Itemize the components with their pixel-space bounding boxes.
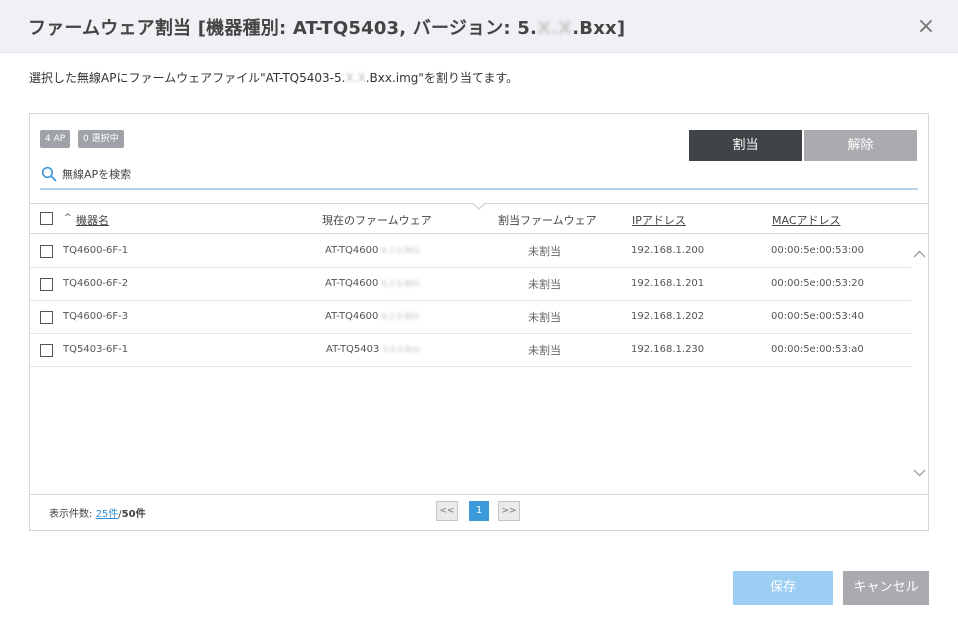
- sort-ascending-icon[interactable]: ^: [64, 213, 72, 223]
- mac-address: 00:00:5e:00:53:00: [771, 245, 864, 256]
- current-page-button[interactable]: 1: [469, 501, 489, 521]
- column-assigned-firmware: 割当ファームウェア: [498, 214, 597, 227]
- page-size-label: 表示件数:: [49, 509, 93, 520]
- device-name: TQ5403-6F-1: [63, 344, 129, 355]
- ip-address: 192.168.1.201: [631, 278, 705, 289]
- dialog-header: ファームウェア割当 [機器種別: AT-TQ5403, バージョン: 5.X.X…: [0, 0, 958, 53]
- assigned-firmware: 未割当: [528, 245, 561, 258]
- row-checkbox[interactable]: [40, 344, 53, 357]
- table-body: TQ4600-6F-1 AT-TQ4600 6.2.0.B01 未割当 192.…: [30, 235, 911, 495]
- assign-button[interactable]: 割当: [689, 130, 802, 161]
- current-firmware: AT-TQ5403 5.0.0.Bxx: [326, 344, 420, 355]
- selected-count-badge: 0 選択中: [78, 130, 124, 148]
- assigned-firmware: 未割当: [528, 278, 561, 291]
- dialog-title-suffix: .Bxx]: [572, 18, 626, 39]
- device-name: TQ4600-6F-1: [63, 245, 129, 256]
- description-version-masked: X.X: [345, 71, 366, 85]
- close-icon[interactable]: ×: [916, 16, 936, 38]
- column-ip-address[interactable]: IPアドレス: [632, 212, 686, 228]
- assigned-firmware: 未割当: [528, 344, 561, 357]
- page-size-info: 表示件数: 25件/50件: [49, 505, 146, 520]
- firmware-model: AT-TQ4600: [325, 278, 379, 289]
- table-row[interactable]: TQ4600-6F-2 AT-TQ4600 6.2.0.B01 未割当 192.…: [30, 268, 911, 301]
- firmware-model: AT-TQ4600: [325, 311, 379, 322]
- prev-page-button[interactable]: <<: [436, 501, 458, 521]
- firmware-version-masked: 6.2.0.B01: [381, 312, 421, 321]
- table-header: ^ 機器名 現在のファームウェア 割当ファームウェア IPアドレス MACアドレ…: [30, 202, 928, 234]
- firmware-model: AT-TQ5403: [326, 344, 380, 355]
- row-checkbox[interactable]: [40, 278, 53, 291]
- scroll-down-icon[interactable]: [911, 465, 928, 481]
- firmware-model: AT-TQ4600: [325, 245, 379, 256]
- assigned-firmware: 未割当: [528, 311, 561, 324]
- current-firmware: AT-TQ4600 6.2.0.B01: [325, 311, 420, 322]
- device-name: TQ4600-6F-2: [63, 278, 129, 289]
- column-mac-address[interactable]: MACアドレス: [772, 212, 841, 228]
- mac-address: 00:00:5e:00:53:20: [771, 278, 864, 289]
- column-device-name[interactable]: 機器名: [76, 212, 109, 228]
- search-underline: [40, 188, 918, 190]
- column-current-firmware: 現在のファームウェア: [322, 214, 432, 227]
- search-input[interactable]: [62, 163, 916, 185]
- ip-address: 192.168.1.200: [631, 245, 705, 256]
- table-row[interactable]: TQ5403-6F-1 AT-TQ5403 5.0.0.Bxx 未割当 192.…: [30, 334, 911, 367]
- page-size-link[interactable]: 25件: [96, 509, 119, 520]
- ap-table-panel: 4 AP 0 選択中 割当 解除 ^ 機器名 現在のファームウェア 割当ファーム…: [29, 113, 929, 531]
- firmware-version-masked: 6.2.0.B01: [381, 246, 421, 255]
- search-icon: [41, 166, 57, 182]
- current-firmware: AT-TQ4600 6.2.0.B01: [325, 278, 420, 289]
- cancel-button[interactable]: キャンセル: [843, 571, 929, 605]
- table-row[interactable]: TQ4600-6F-1 AT-TQ4600 6.2.0.B01 未割当 192.…: [30, 235, 911, 268]
- save-button[interactable]: 保存: [733, 571, 833, 605]
- total-count: 50件: [121, 509, 146, 520]
- ip-address: 192.168.1.230: [631, 344, 705, 355]
- next-page-button[interactable]: >>: [498, 501, 520, 521]
- row-checkbox[interactable]: [40, 245, 53, 258]
- scroll-up-icon[interactable]: [911, 246, 928, 262]
- ip-address: 192.168.1.202: [631, 311, 705, 322]
- description-suffix: .Bxx.img"を割り当てます。: [365, 71, 519, 85]
- table-row[interactable]: TQ4600-6F-3 AT-TQ4600 6.2.0.B01 未割当 192.…: [30, 301, 911, 334]
- description-prefix: 選択した無線APにファームウェアファイル"AT-TQ5403-5.: [29, 71, 346, 85]
- firmware-version-masked: 6.2.0.B01: [381, 279, 421, 288]
- release-button[interactable]: 解除: [804, 130, 917, 161]
- header-notch: [471, 202, 487, 210]
- device-name: TQ4600-6F-3: [63, 311, 129, 322]
- ap-count-badge: 4 AP: [40, 130, 71, 148]
- mac-address: 00:00:5e:00:53:40: [771, 311, 864, 322]
- mac-address: 00:00:5e:00:53:a0: [771, 344, 864, 355]
- description-text: 選択した無線APにファームウェアファイル"AT-TQ5403-5.X.X.Bxx…: [29, 69, 518, 86]
- dialog-title-version-masked: X.X: [537, 18, 573, 39]
- current-firmware: AT-TQ4600 6.2.0.B01: [325, 245, 420, 256]
- dialog-title-prefix: ファームウェア割当 [機器種別: AT-TQ5403, バージョン: 5.: [28, 18, 538, 39]
- dialog-title: ファームウェア割当 [機器種別: AT-TQ5403, バージョン: 5.X.X…: [28, 14, 625, 40]
- pagination-bar: 表示件数: 25件/50件 << 1 >>: [30, 494, 928, 530]
- firmware-version-masked: 5.0.0.Bxx: [382, 345, 421, 354]
- select-all-checkbox[interactable]: [40, 212, 53, 225]
- row-checkbox[interactable]: [40, 311, 53, 324]
